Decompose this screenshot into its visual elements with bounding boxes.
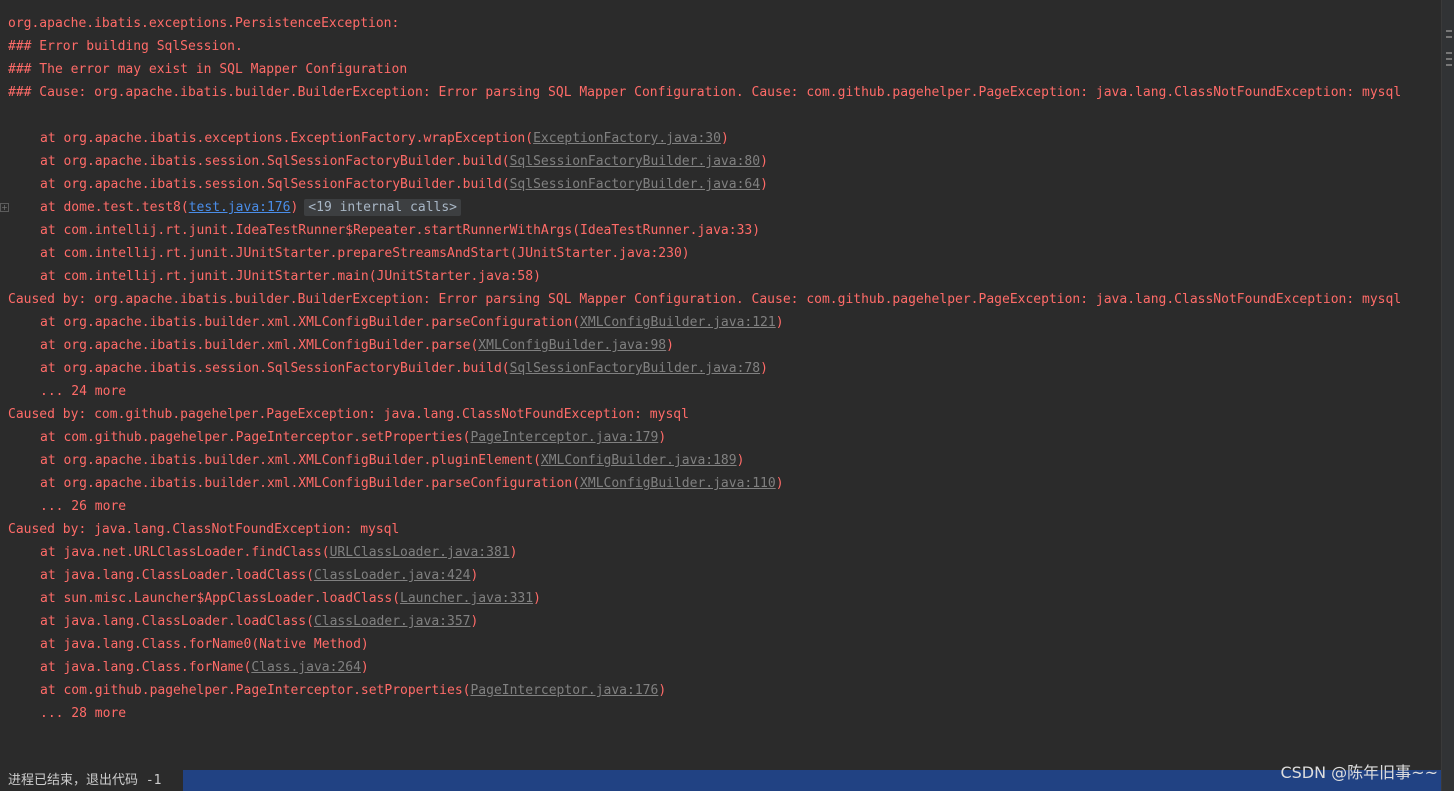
more-frames: ... 28 more bbox=[40, 706, 127, 721]
stack-frame: at org.apache.ibatis.exceptions.Exceptio… bbox=[40, 131, 729, 146]
folded-internal-calls[interactable]: <19 internal calls> bbox=[304, 199, 462, 216]
error-line: ### Error building SqlSession. bbox=[8, 39, 243, 54]
gutter-marker bbox=[1446, 52, 1452, 54]
stack-frame: at org.apache.ibatis.builder.xml.XMLConf… bbox=[40, 338, 674, 353]
stack-frame: at java.lang.Class.forName0(Native Metho… bbox=[40, 637, 369, 652]
source-link[interactable]: XMLConfigBuilder.java:110 bbox=[580, 476, 776, 491]
scrollbar-gutter[interactable] bbox=[1441, 0, 1454, 791]
stack-frame: at com.github.pagehelper.PageInterceptor… bbox=[40, 683, 667, 698]
source-link[interactable]: XMLConfigBuilder.java:189 bbox=[541, 453, 737, 468]
more-frames: ... 26 more bbox=[40, 499, 127, 514]
source-link[interactable]: SqlSessionFactoryBuilder.java:64 bbox=[510, 177, 760, 192]
caused-by-line: Caused by: java.lang.ClassNotFoundExcept… bbox=[8, 522, 400, 537]
source-link[interactable]: XMLConfigBuilder.java:98 bbox=[478, 338, 666, 353]
stack-frame: at java.lang.ClassLoader.loadClass(Class… bbox=[40, 614, 479, 629]
stack-frame: at com.github.pagehelper.PageInterceptor… bbox=[40, 430, 667, 445]
more-frames: ... 24 more bbox=[40, 384, 127, 399]
error-cause-line: ### Cause: org.apache.ibatis.builder.Bui… bbox=[8, 85, 1402, 100]
gutter-marker bbox=[1446, 64, 1452, 66]
exception-header: org.apache.ibatis.exceptions.Persistence… bbox=[8, 16, 408, 31]
stack-frame: at com.intellij.rt.junit.IdeaTestRunner$… bbox=[40, 223, 761, 238]
caused-by-line: Caused by: com.github.pagehelper.PageExc… bbox=[8, 407, 689, 422]
stack-frame: at java.lang.Class.forName(Class.java:26… bbox=[40, 660, 369, 675]
stack-frame: at org.apache.ibatis.builder.xml.XMLConf… bbox=[40, 453, 745, 468]
gutter-marker bbox=[1446, 58, 1452, 60]
stack-frame: at org.apache.ibatis.session.SqlSessionF… bbox=[40, 154, 768, 169]
source-link[interactable]: PageInterceptor.java:176 bbox=[470, 683, 658, 698]
source-link[interactable]: ClassLoader.java:357 bbox=[314, 614, 471, 629]
stack-frame: at org.apache.ibatis.builder.xml.XMLConf… bbox=[40, 476, 784, 491]
stack-frame: at com.intellij.rt.junit.JUnitStarter.ma… bbox=[40, 269, 541, 284]
source-link[interactable]: ClassLoader.java:424 bbox=[314, 568, 471, 583]
gutter-marker bbox=[1446, 36, 1452, 38]
stack-frame: at java.net.URLClassLoader.findClass(URL… bbox=[40, 545, 518, 560]
source-link[interactable]: Launcher.java:331 bbox=[400, 591, 533, 606]
csdn-watermark: CSDN @陈年旧事~~ bbox=[1280, 763, 1438, 782]
stack-frame: at com.intellij.rt.junit.JUnitStarter.pr… bbox=[40, 246, 690, 261]
text-selection bbox=[183, 770, 1442, 791]
source-link[interactable]: ExceptionFactory.java:30 bbox=[533, 131, 721, 146]
fold-expand-icon[interactable]: + bbox=[0, 203, 9, 212]
process-exit-status: 进程已结束，退出代码 -1 bbox=[8, 773, 162, 788]
source-link[interactable]: SqlSessionFactoryBuilder.java:80 bbox=[510, 154, 760, 169]
stack-frame: at java.lang.ClassLoader.loadClass(Class… bbox=[40, 568, 479, 583]
gutter-marker bbox=[1446, 30, 1452, 32]
stack-frame: at dome.test.test8(test.java:176) <19 int… bbox=[40, 196, 462, 219]
console-output[interactable]: org.apache.ibatis.exceptions.Persistence… bbox=[0, 0, 1442, 791]
source-link[interactable]: SqlSessionFactoryBuilder.java:78 bbox=[510, 361, 760, 376]
stack-frame: at org.apache.ibatis.builder.xml.XMLConf… bbox=[40, 315, 784, 330]
error-line: ### The error may exist in SQL Mapper Co… bbox=[8, 62, 408, 77]
caused-by-line: Caused by: org.apache.ibatis.builder.Bui… bbox=[8, 292, 1402, 307]
source-link[interactable]: PageInterceptor.java:179 bbox=[470, 430, 658, 445]
stack-frame: at org.apache.ibatis.session.SqlSessionF… bbox=[40, 177, 768, 192]
source-link[interactable]: Class.java:264 bbox=[251, 660, 361, 675]
source-link[interactable]: URLClassLoader.java:381 bbox=[330, 545, 510, 560]
stack-frame: at sun.misc.Launcher$AppClassLoader.load… bbox=[40, 591, 541, 606]
source-link[interactable]: XMLConfigBuilder.java:121 bbox=[580, 315, 776, 330]
stack-frame: at org.apache.ibatis.session.SqlSessionF… bbox=[40, 361, 768, 376]
source-link[interactable]: test.java:176 bbox=[189, 200, 291, 215]
